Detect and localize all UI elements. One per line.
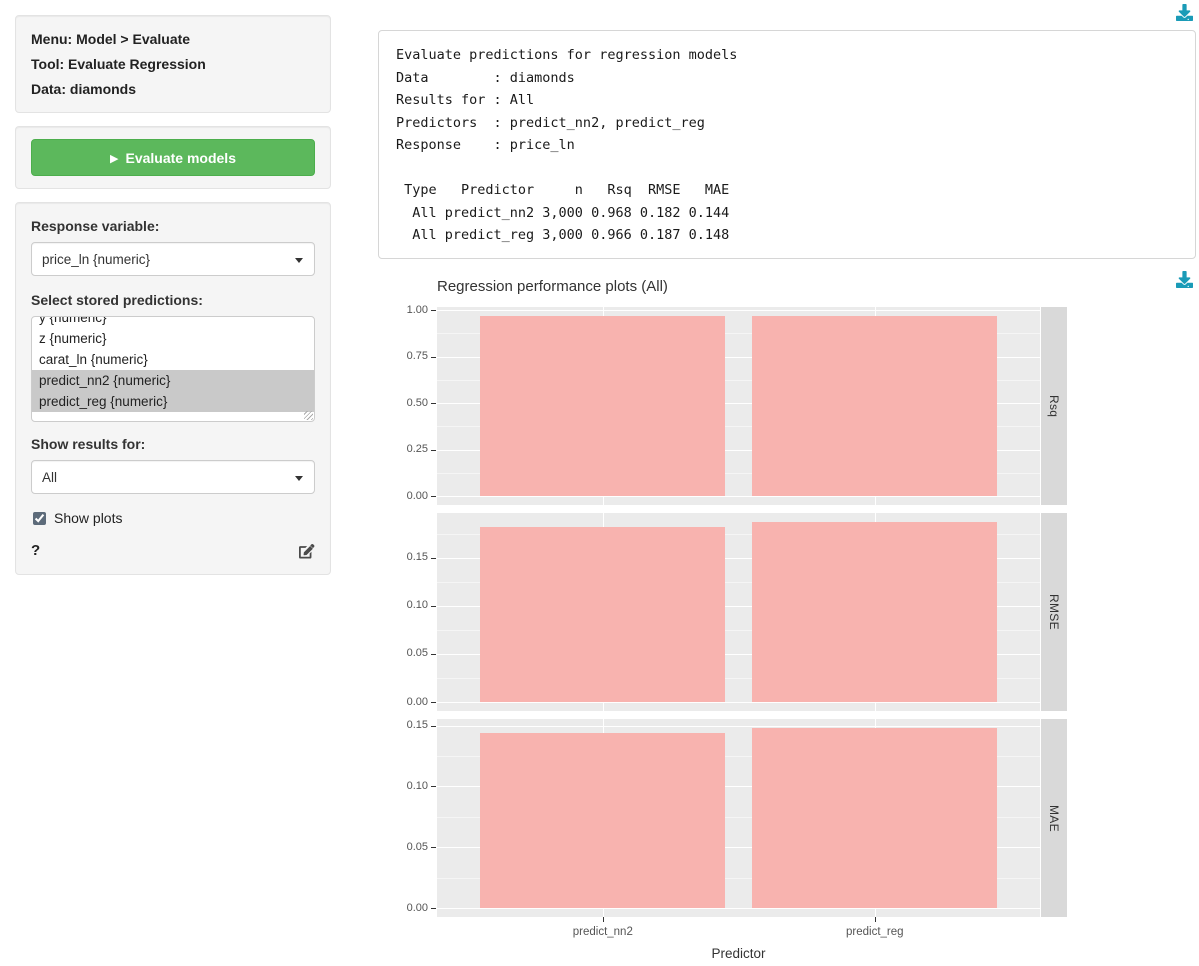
download-summary-icon[interactable]	[1176, 4, 1193, 21]
y-tick-label: 0.15	[388, 719, 428, 731]
y-tick-label: 0.50	[388, 397, 428, 409]
major-gridline	[437, 908, 1040, 909]
y-tick-mark	[431, 558, 436, 559]
facet-strip: MAE	[1041, 719, 1067, 917]
y-tick-mark	[431, 786, 436, 787]
dataset-name: Data: diamonds	[31, 81, 315, 97]
major-gridline	[437, 726, 1040, 727]
bar	[752, 522, 997, 702]
x-tick-label: predict_reg	[846, 926, 904, 938]
response-variable-select[interactable]: price_ln {numeric}	[31, 242, 315, 276]
y-tick-mark	[431, 908, 436, 909]
tool-name: Tool: Evaluate Regression	[31, 56, 315, 72]
help-icon[interactable]: ?	[31, 542, 40, 559]
chevron-down-icon	[295, 476, 303, 481]
y-tick-mark	[431, 847, 436, 848]
facet-panel	[437, 307, 1040, 505]
bar	[480, 733, 725, 908]
x-axis-title: Predictor	[711, 946, 765, 961]
chevron-down-icon	[295, 258, 303, 263]
x-tick-mark	[603, 917, 604, 922]
y-tick-label: 0.25	[388, 443, 428, 455]
major-gridline	[437, 310, 1040, 311]
y-tick-mark	[431, 654, 436, 655]
bar	[480, 316, 725, 496]
response-variable-value: price_ln {numeric}	[42, 252, 150, 267]
response-variable-label: Response variable:	[31, 218, 315, 234]
predictions-listbox[interactable]: y {numeric}z {numeric}carat_ln {numeric}…	[31, 316, 315, 422]
y-tick-mark	[431, 310, 436, 311]
show-plots-checkbox[interactable]	[33, 512, 46, 525]
chart-title: Regression performance plots (All)	[437, 278, 668, 295]
x-tick-mark	[875, 917, 876, 922]
summary-output: Evaluate predictions for regression mode…	[378, 30, 1196, 259]
y-tick-label: 0.00	[388, 902, 428, 914]
y-tick-label: 0.00	[388, 490, 428, 502]
bar	[752, 316, 997, 496]
y-tick-mark	[431, 450, 436, 451]
show-results-label: Show results for:	[31, 436, 315, 452]
show-plots-label: Show plots	[54, 510, 122, 526]
y-tick-label: 0.00	[388, 696, 428, 708]
play-icon: ▶	[110, 153, 118, 165]
resize-handle[interactable]	[304, 411, 313, 420]
y-tick-label: 0.10	[388, 599, 428, 611]
y-tick-label: 0.75	[388, 350, 428, 362]
facet-strip: RMSE	[1041, 513, 1067, 711]
facet-panel	[437, 513, 1040, 711]
edit-icon[interactable]	[299, 543, 315, 559]
predictions-list: y {numeric}z {numeric}carat_ln {numeric}…	[32, 316, 314, 412]
y-tick-mark	[431, 403, 436, 404]
action-panel: ▶ Evaluate models	[15, 126, 331, 189]
show-plots-row: Show plots	[33, 510, 315, 526]
show-results-select[interactable]: All	[31, 460, 315, 494]
menu-path: Menu: Model > Evaluate	[31, 31, 315, 47]
bar	[480, 527, 725, 702]
y-tick-mark	[431, 606, 436, 607]
y-tick-mark	[431, 702, 436, 703]
facet-strip-label: Rsq	[1047, 395, 1061, 417]
major-gridline	[437, 702, 1040, 703]
performance-chart: Regression performance plots (All) 0.00 0…	[378, 270, 1198, 966]
summary-text: Evaluate predictions for regression mode…	[396, 44, 1178, 247]
evaluate-models-label: Evaluate models	[125, 150, 236, 166]
facet-strip-label: RMSE	[1047, 594, 1061, 630]
y-tick-mark	[431, 726, 436, 727]
context-panel: Menu: Model > Evaluate Tool: Evaluate Re…	[15, 15, 331, 113]
facet-strip: Rsq	[1041, 307, 1067, 505]
y-tick-mark	[431, 496, 436, 497]
prediction-option[interactable]: y {numeric}	[32, 316, 314, 328]
facet-panel	[437, 719, 1040, 917]
y-tick-label: 0.05	[388, 647, 428, 659]
prediction-option[interactable]: predict_reg {numeric}	[32, 391, 314, 412]
settings-panel: Response variable: price_ln {numeric} Se…	[15, 202, 331, 575]
show-results-value: All	[42, 470, 57, 485]
facet-strip-label: MAE	[1047, 805, 1061, 832]
y-tick-label: 0.10	[388, 780, 428, 792]
sidebar: Menu: Model > Evaluate Tool: Evaluate Re…	[15, 15, 331, 588]
x-tick-label: predict_nn2	[573, 926, 633, 938]
radiant-evaluate-regression-app: Menu: Model > Evaluate Tool: Evaluate Re…	[0, 0, 1199, 966]
prediction-option[interactable]: carat_ln {numeric}	[32, 349, 314, 370]
y-tick-label: 0.05	[388, 841, 428, 853]
prediction-option[interactable]: predict_nn2 {numeric}	[32, 370, 314, 391]
prediction-option[interactable]: z {numeric}	[32, 328, 314, 349]
bar	[752, 728, 997, 908]
evaluate-models-button[interactable]: ▶ Evaluate models	[31, 139, 315, 176]
panel-footer: ?	[31, 542, 315, 559]
predictions-label: Select stored predictions:	[31, 292, 315, 308]
y-tick-mark	[431, 357, 436, 358]
major-gridline	[437, 496, 1040, 497]
y-tick-label: 1.00	[388, 304, 428, 316]
y-tick-label: 0.15	[388, 551, 428, 563]
